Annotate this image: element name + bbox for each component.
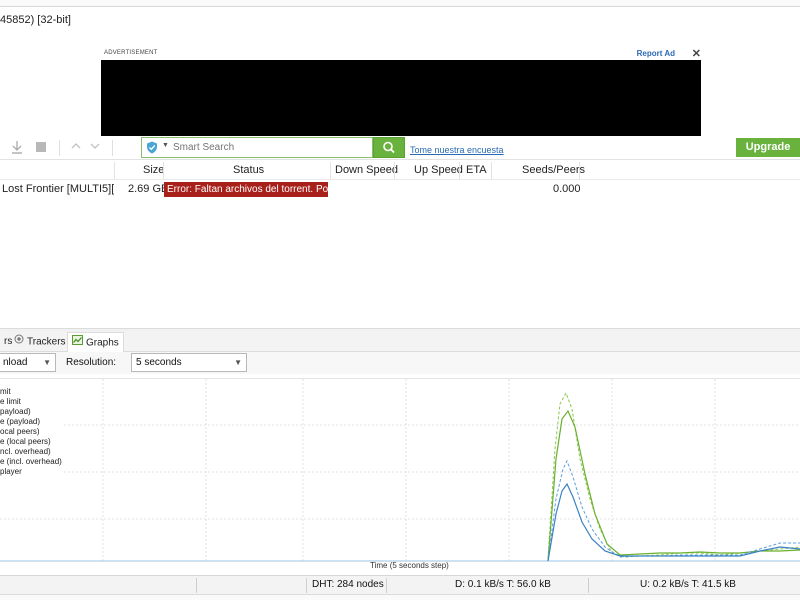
chevron-down-icon: ▼ <box>43 358 51 367</box>
column-up-speed[interactable]: Up Speed <box>414 160 463 180</box>
speed-graph: mit e limit payload) e (payload) ocal pe… <box>0 378 800 572</box>
dht-status: DHT: 284 nodes <box>312 579 384 590</box>
survey-link[interactable]: Tome nuestra encuesta <box>410 145 504 155</box>
detail-tabs: rs Trackers Graphs <box>0 332 800 353</box>
upgrade-button[interactable]: Upgrade <box>736 138 800 157</box>
column-divider <box>394 162 395 179</box>
app-window: 45852) [32-bit] ADVERTISEMENT Report Ad … <box>0 0 800 600</box>
torrent-list: Size Status Down Speed Up Speed ETA Seed… <box>0 160 800 330</box>
column-eta[interactable]: ETA <box>466 160 487 180</box>
ad-label: ADVERTISEMENT <box>104 50 158 56</box>
search-button[interactable] <box>373 137 405 158</box>
legend-entry: payload) <box>0 407 31 416</box>
graph-type-value: nload <box>3 357 28 368</box>
status-error-badge: Error: Faltan archivos del torrent. Por … <box>164 182 328 197</box>
graph-type-select[interactable]: nload ▼ <box>0 353 56 372</box>
torrent-name: Lost Frontier [MULTI5][P... <box>2 183 114 195</box>
tab-graphs-label: Graphs <box>86 337 119 349</box>
graphs-icon <box>72 333 83 353</box>
column-down-speed[interactable]: Down Speed <box>335 160 398 180</box>
legend-entry: ocal peers) <box>0 427 40 436</box>
toolbar-divider <box>59 140 60 156</box>
torrent-size: 2.69 GB <box>128 183 169 195</box>
table-header: Size Status Down Speed Up Speed ETA Seed… <box>0 160 800 180</box>
stop-icon[interactable] <box>33 140 49 156</box>
resolution-label: Resolution: <box>66 357 117 368</box>
legend-entry: ncl. overhead) <box>0 447 51 456</box>
move-down-icon[interactable] <box>87 140 103 156</box>
trackers-icon <box>14 332 24 352</box>
tab-graphs[interactable]: Graphs <box>67 332 124 353</box>
legend-entry: e limit <box>0 397 21 406</box>
toolbar-divider <box>112 140 113 156</box>
window-title: 45852) [32-bit] <box>0 14 71 26</box>
ad-banner[interactable] <box>101 60 701 136</box>
smart-search-box[interactable]: ▼ <box>141 137 373 158</box>
graph-grid <box>0 379 800 561</box>
legend-entry: mit <box>0 387 11 396</box>
column-seeds-peers[interactable]: Seeds/Peers <box>522 160 585 180</box>
legend-entry: e (local peers) <box>0 437 51 446</box>
column-divider <box>491 162 492 179</box>
column-divider <box>163 162 164 179</box>
search-icon <box>383 141 395 154</box>
status-divider <box>588 578 589 593</box>
download-status[interactable]: D: 0.1 kB/s T: 56.0 kB <box>455 579 551 590</box>
column-divider <box>330 162 331 179</box>
column-divider <box>579 162 580 179</box>
series-blue-solid <box>547 482 800 562</box>
seeds-peers-value: 0.000 <box>553 183 581 195</box>
graph-legend: mit e limit payload) e (payload) ocal pe… <box>0 387 64 477</box>
legend-entry: e (incl. overhead) <box>0 457 62 466</box>
report-ad-link[interactable]: Report Ad <box>637 49 675 58</box>
series-green-solid <box>547 409 800 562</box>
time-axis-label: Time (5 seconds step) <box>370 561 449 570</box>
window-bottom-edge <box>0 594 800 600</box>
search-provider-dropdown-icon[interactable]: ▼ <box>162 142 169 149</box>
graph-controls: nload ▼ Resolution: 5 seconds ▼ <box>0 352 800 374</box>
resolution-value: 5 seconds <box>136 357 182 368</box>
tab-trackers-label: Trackers <box>27 336 66 348</box>
column-divider <box>459 162 460 179</box>
status-bar: DHT: 284 nodes D: 0.1 kB/s T: 56.0 kB U:… <box>0 575 800 594</box>
column-status[interactable]: Status <box>233 160 264 180</box>
legend-entry: e (payload) <box>0 417 41 426</box>
tab-trackers[interactable]: Trackers <box>10 332 70 352</box>
status-divider <box>306 578 307 593</box>
status-divider <box>386 578 387 593</box>
resolution-select[interactable]: 5 seconds ▼ <box>131 353 247 372</box>
graph-canvas <box>0 379 800 562</box>
search-input[interactable] <box>173 139 369 156</box>
move-up-icon[interactable] <box>68 140 84 156</box>
title-bar-edge <box>0 0 800 7</box>
toolbar: ▼ Tome nuestra encuesta Upgrade <box>0 136 800 160</box>
shield-icon <box>147 141 157 154</box>
status-divider <box>196 578 197 593</box>
column-divider <box>114 162 115 179</box>
advertisement: ADVERTISEMENT Report Ad ✕ <box>101 48 703 136</box>
legend-entry: player <box>0 467 22 476</box>
download-icon[interactable] <box>9 140 25 156</box>
close-ad-icon[interactable]: ✕ <box>692 47 701 60</box>
chevron-down-icon: ▼ <box>234 358 242 367</box>
upload-status[interactable]: U: 0.2 kB/s T: 41.5 kB <box>640 579 736 590</box>
table-row[interactable]: Lost Frontier [MULTI5][P... 2.69 GB Erro… <box>0 181 800 198</box>
column-size[interactable]: Size <box>143 160 164 180</box>
